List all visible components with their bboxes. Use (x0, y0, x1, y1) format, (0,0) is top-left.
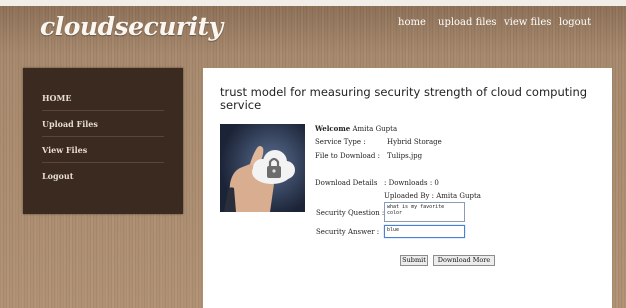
welcome-line: Welcome Amita Gupta (315, 124, 397, 133)
nav-logout[interactable]: logout (559, 17, 591, 28)
sidebar-item-label: Logout (42, 171, 74, 181)
padlock-cloud-photo-icon (220, 124, 305, 212)
sidebar-item-label: HOME (42, 93, 72, 103)
file-label: File to Download : (315, 152, 380, 160)
sidebar: HOME Upload Files View Files Logout (23, 68, 183, 214)
welcome-label: Welcome (315, 124, 351, 133)
service-type-label: Service Type : (315, 138, 366, 146)
sidebar-item-view-files[interactable]: View Files (42, 136, 164, 163)
top-strip (0, 0, 626, 6)
sidebar-item-label: Upload Files (42, 119, 98, 129)
security-question-field[interactable]: what is my favorite color (384, 202, 465, 222)
user-name: Amita Gupta (352, 125, 398, 133)
sidebar-item-home[interactable]: HOME (42, 84, 164, 111)
downloads-count: : Downloads : 0 (384, 179, 439, 187)
security-answer-label: Security Answer : (316, 228, 380, 236)
sidebar-item-logout[interactable]: Logout (42, 162, 164, 188)
submit-button[interactable]: Submit (400, 255, 428, 266)
download-more-button[interactable]: Download More (433, 255, 495, 266)
uploaded-by: Uploaded By : Amita Gupta (384, 192, 481, 200)
download-details-label: Download Details (315, 179, 378, 187)
nav-upload-files[interactable]: upload files (438, 17, 497, 28)
security-answer-field[interactable]: blue (384, 225, 465, 238)
sidebar-item-label: View Files (42, 145, 88, 155)
site-logo[interactable]: cloudsecurity (40, 12, 223, 41)
nav-view-files[interactable]: view files (504, 17, 551, 28)
nav-home[interactable]: home (398, 17, 426, 28)
sidebar-item-upload-files[interactable]: Upload Files (42, 110, 164, 137)
security-question-label: Security Question : (316, 209, 385, 217)
file-value: Tulips.jpg (387, 152, 423, 160)
main-content: trust model for measuring security stren… (203, 68, 612, 308)
service-type-value: Hybrid Storage (387, 138, 442, 146)
page-title: trust model for measuring security stren… (220, 85, 588, 112)
